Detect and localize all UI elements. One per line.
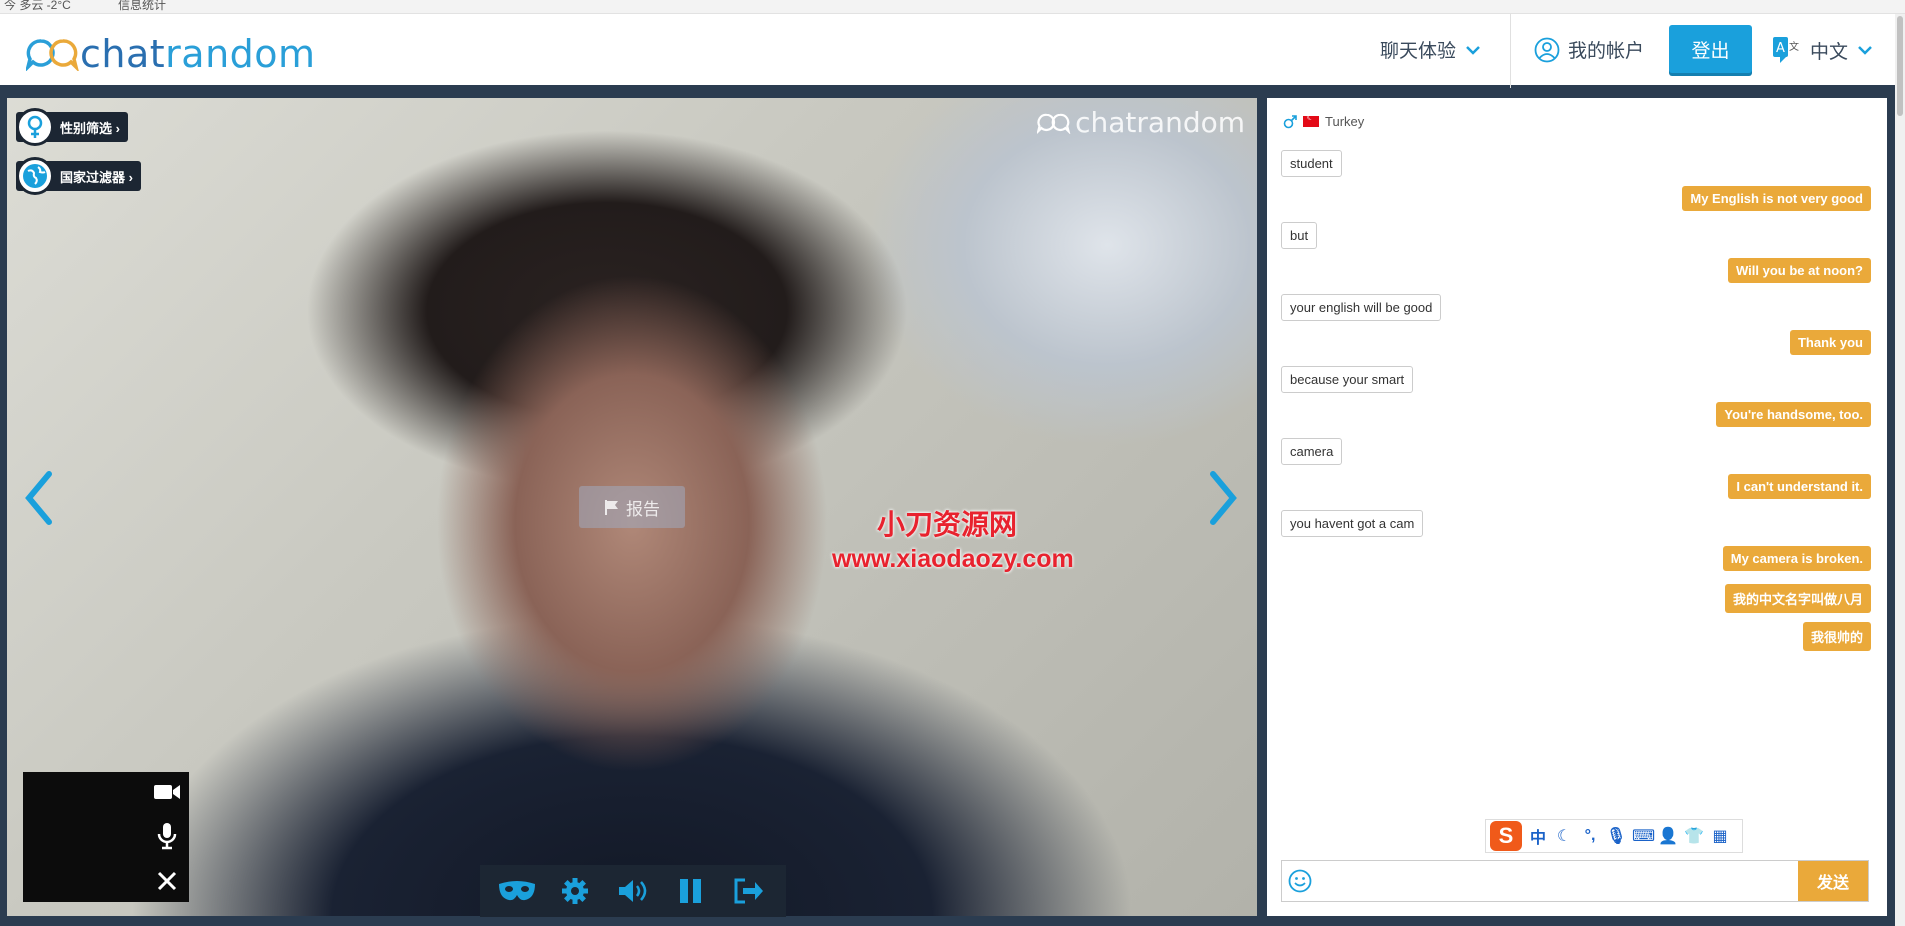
weather-text: 今 多云 -2°C <box>4 0 71 12</box>
flag-icon <box>605 500 618 515</box>
emoji-button[interactable] <box>1282 861 1318 901</box>
chevron-down-icon <box>1858 46 1872 55</box>
globe-icon <box>16 157 54 195</box>
gender-filter-button[interactable]: 性别筛选 › <box>16 108 128 146</box>
user-icon[interactable]: 👤 <box>1658 826 1678 846</box>
svg-text:A: A <box>1776 41 1785 56</box>
exit-icon <box>734 878 763 904</box>
message-sent: 我很帅的 <box>1802 622 1871 651</box>
my-account-link[interactable]: 我的帐户 <box>1534 36 1644 63</box>
user-icon <box>1534 37 1560 62</box>
punctuation-icon[interactable]: °, <box>1580 827 1600 845</box>
volume-button[interactable] <box>613 871 653 911</box>
report-label: 报告 <box>626 499 660 519</box>
svg-text:文: 文 <box>1789 40 1799 53</box>
message-sent: My camera is broken. <box>1722 546 1871 571</box>
message-received: but <box>1281 222 1318 249</box>
chat-experience-label: 聊天体验 <box>1380 41 1457 62</box>
pause-icon <box>680 879 701 903</box>
chat-panel: Turkey student My English is not very go… <box>1267 98 1887 916</box>
page-scrollbar[interactable] <box>1895 14 1905 926</box>
message-sent: You're handsome, too. <box>1716 402 1871 427</box>
message-received: student <box>1281 150 1342 177</box>
partner-video: chatrandom 性别筛选 › 国家过滤器 › 报告 小刀资源网 www.x… <box>7 98 1257 916</box>
self-camera-controls <box>144 772 189 902</box>
overlay-watermark-url: www.xiaodaozy.com <box>832 545 1074 573</box>
gender-filter-label: 性别筛选 › <box>60 120 120 136</box>
logo-text: chatrandom <box>80 32 316 76</box>
my-account-label: 我的帐户 <box>1568 41 1645 62</box>
microphone-icon[interactable] <box>156 822 178 850</box>
report-button[interactable]: 报告 <box>579 486 685 528</box>
page-scrollbar-thumb[interactable] <box>1897 16 1903 116</box>
message-received: camera <box>1281 438 1343 465</box>
grid-icon[interactable]: ▦ <box>1710 826 1730 846</box>
female-icon <box>16 108 54 146</box>
translate-icon: A 文 <box>1773 37 1799 63</box>
exit-button[interactable] <box>729 871 769 911</box>
keyboard-icon[interactable]: ⌨ <box>1632 826 1655 846</box>
nav-divider <box>1510 14 1511 88</box>
sogou-logo-icon[interactable]: S <box>1490 821 1522 851</box>
message-sent: 我的中文名字叫做八月 <box>1724 584 1871 613</box>
language-selector[interactable]: A 文 中文 <box>1772 36 1872 64</box>
message-sent: My English is not very good <box>1682 186 1871 211</box>
mask-button[interactable] <box>497 871 537 911</box>
microphone-icon[interactable]: 🎙 <box>1606 826 1626 846</box>
pause-button[interactable] <box>671 871 711 911</box>
speaker-icon <box>619 880 647 902</box>
send-button[interactable]: 发送 <box>1798 861 1868 901</box>
chevron-down-icon <box>1466 45 1480 55</box>
message-received: you havent got a cam <box>1281 510 1424 537</box>
logo-chat-bubbles-icon <box>26 39 79 71</box>
camera-icon[interactable] <box>153 782 181 802</box>
previous-arrow-icon[interactable] <box>21 468 55 528</box>
chat-experience-menu[interactable]: 聊天体验 <box>1380 36 1480 63</box>
mask-icon <box>499 881 535 901</box>
settings-button[interactable] <box>555 871 595 911</box>
message-sent: I can't understand it. <box>1728 474 1871 499</box>
close-icon[interactable] <box>156 870 178 892</box>
site-header: chatrandom 聊天体验 我的帐户 登出 A 文 中文 <box>0 14 1905 88</box>
smiley-icon <box>1288 869 1312 893</box>
site-logo[interactable]: chatrandom <box>26 32 316 76</box>
chat-input-row: 发送 <box>1281 860 1869 902</box>
message-received: because your smart <box>1281 366 1414 393</box>
gear-icon <box>562 878 588 904</box>
partner-info: Turkey <box>1283 112 1365 129</box>
partner-country: Turkey <box>1325 114 1365 129</box>
logo-chat-bubbles-icon <box>1037 113 1071 134</box>
bookmark-link[interactable]: 信息统计 <box>118 0 166 13</box>
turkey-flag-icon <box>1303 112 1319 127</box>
browser-bookmark-bar: 今 多云 -2°C 信息统计 <box>0 0 1905 14</box>
language-label: 中文 <box>1810 41 1849 63</box>
logout-button[interactable]: 登出 <box>1669 25 1752 73</box>
country-filter-button[interactable]: 国家过滤器 › <box>16 157 141 195</box>
message-sent: Thank you <box>1789 330 1871 355</box>
moon-icon[interactable]: ☾ <box>1554 826 1574 846</box>
shirt-icon[interactable]: 👕 <box>1684 826 1704 846</box>
message-received: your english will be good <box>1281 294 1442 321</box>
video-control-bar <box>480 865 786 917</box>
video-watermark-logo: chatrandom <box>1037 106 1245 139</box>
ime-toolbar: S 中 ☾ °, 🎙 ⌨ 👤 👕 ▦ <box>1485 819 1743 853</box>
ime-mode-toggle[interactable]: 中 <box>1528 824 1548 848</box>
male-icon <box>1283 114 1297 128</box>
next-arrow-icon[interactable] <box>1207 468 1241 528</box>
country-filter-label: 国家过滤器 › <box>60 169 133 185</box>
chat-message-input[interactable] <box>1318 861 1798 901</box>
overlay-watermark-title: 小刀资源网 <box>877 509 1018 540</box>
message-sent: Will you be at noon? <box>1728 258 1871 283</box>
